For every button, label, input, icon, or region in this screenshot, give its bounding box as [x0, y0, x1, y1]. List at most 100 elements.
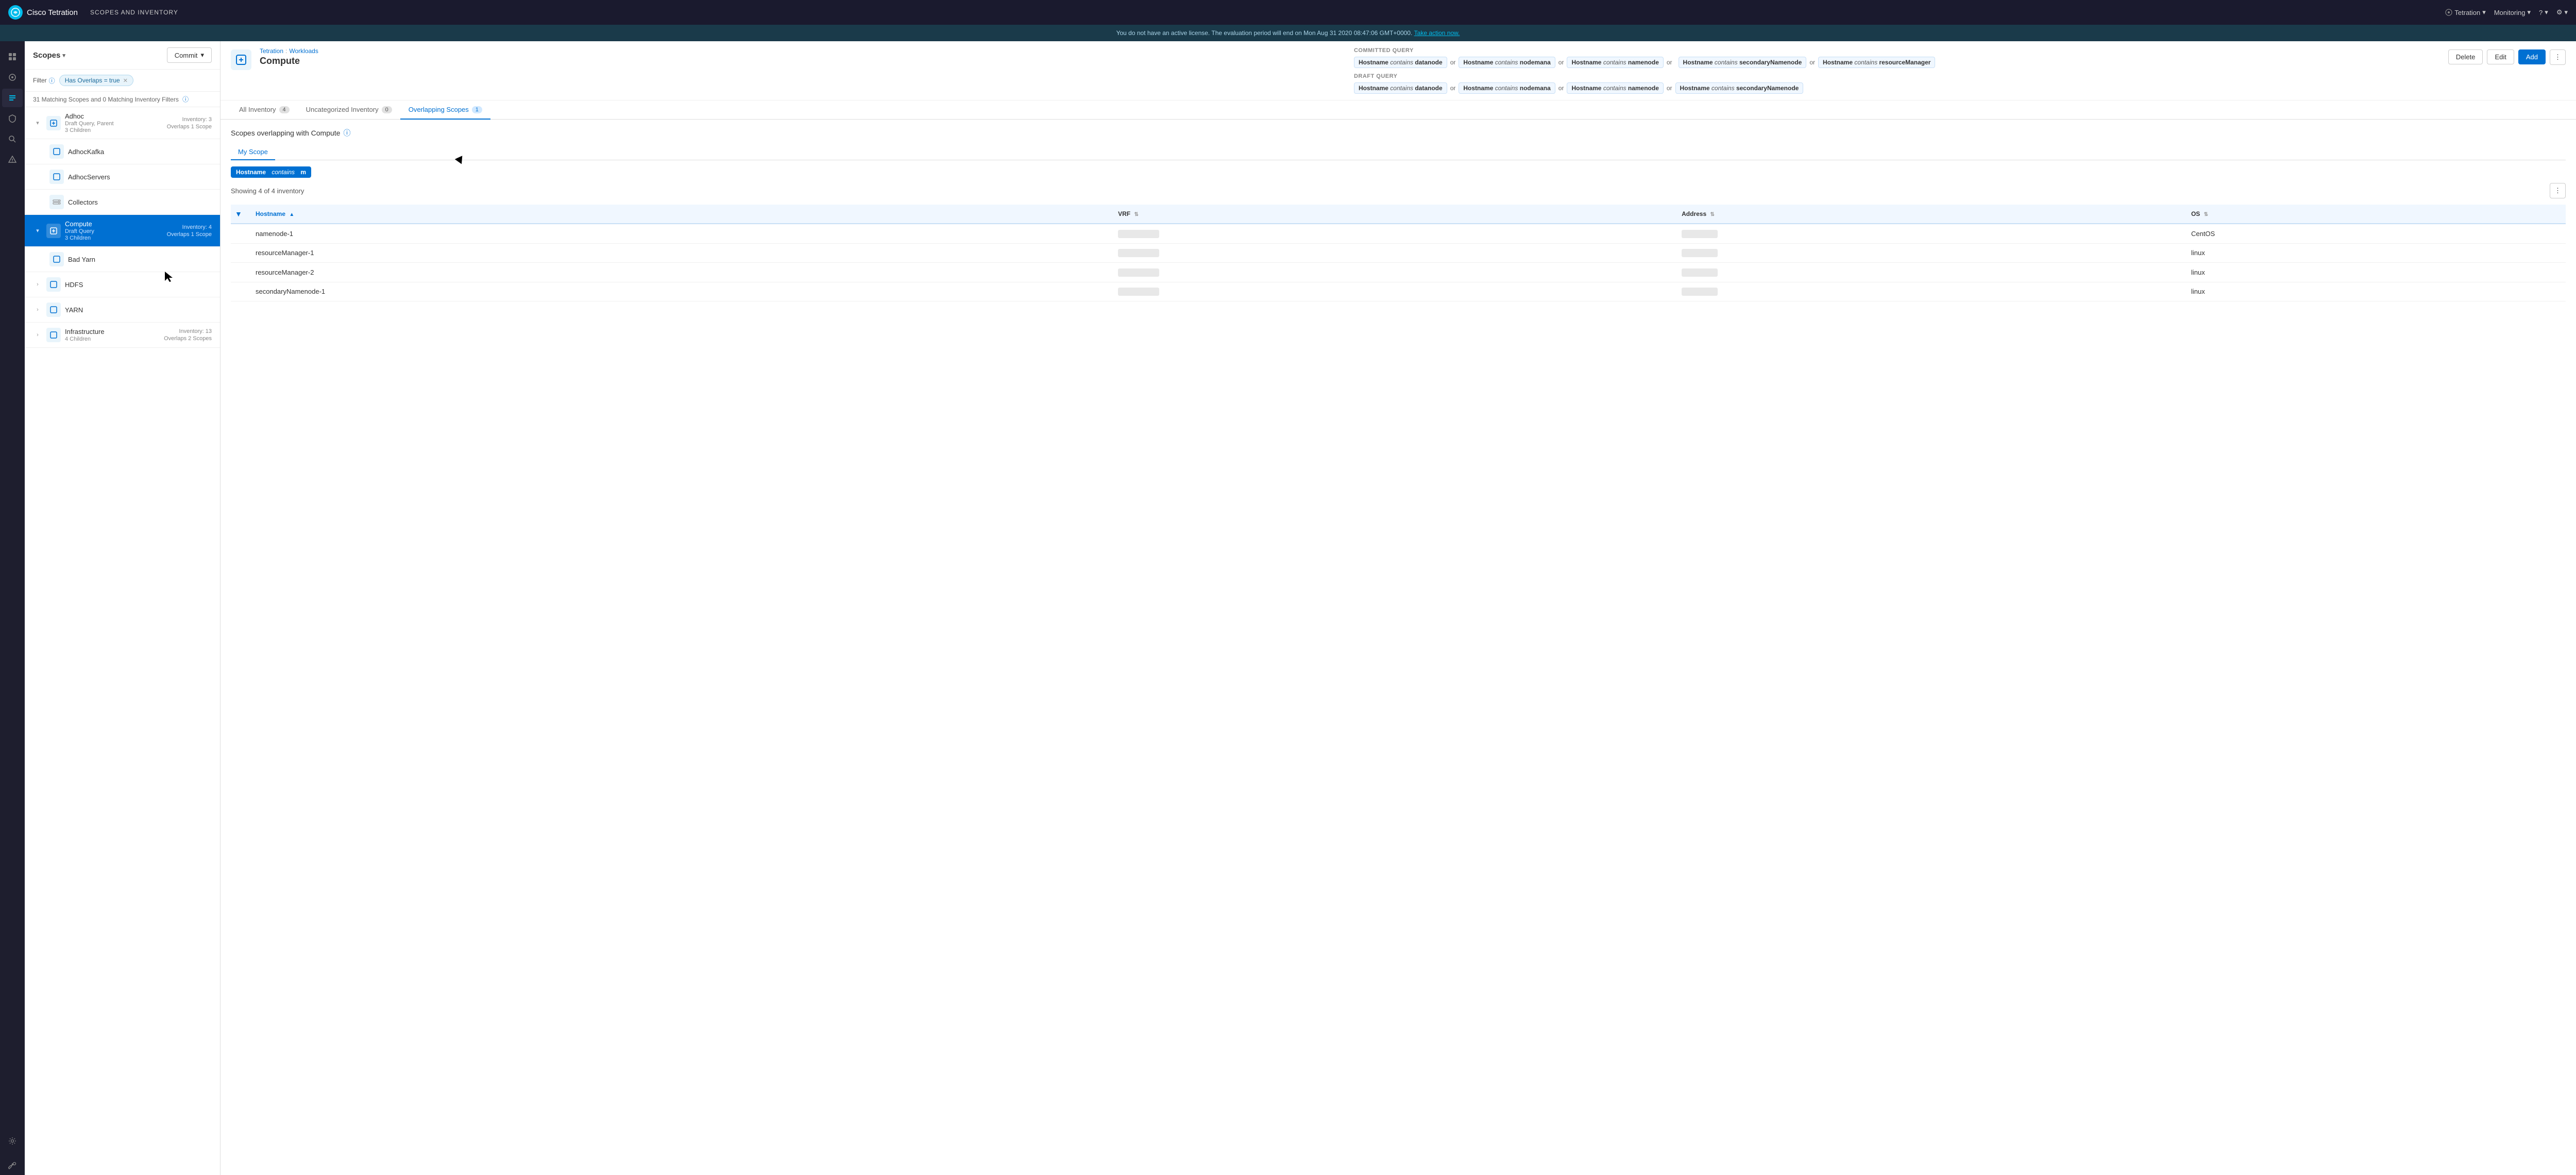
sub-tab-bar: My Scope [231, 144, 2566, 160]
th-os[interactable]: OS ⇅ [2185, 205, 2566, 224]
overlap-info-icon[interactable]: ⓘ [343, 128, 350, 138]
right-actions: Delete Edit Add ⋮ [2448, 49, 2566, 65]
license-action-link[interactable]: Take action now. [1414, 29, 1460, 37]
scope-item-badyarn[interactable]: Bad Yarn [25, 247, 220, 272]
scope-item-adhoc[interactable]: ▾ Adhoc Draft Query, Parent 3 Children I… [25, 107, 220, 139]
scope-icon-badyarn [49, 252, 64, 266]
table-filter-icon[interactable]: ▼ [235, 210, 242, 218]
expand-infrastructure[interactable]: › [33, 330, 42, 340]
help-btn[interactable]: ? ▾ [2539, 8, 2548, 16]
scope-icon-hdfs [46, 277, 61, 292]
filter-tag-close[interactable]: ✕ [123, 77, 128, 84]
table-more-button[interactable]: ⋮ [2550, 183, 2566, 198]
scope-item-compute[interactable]: ▾ Compute Draft Query 3 Children Invento… [25, 215, 220, 247]
scope-item-adhocservers[interactable]: AdhocServers [25, 164, 220, 190]
scopes-header: Scopes ▾ Commit ▾ [25, 41, 220, 70]
logo-icon [8, 5, 23, 20]
top-nav: Cisco Tetration SCOPES AND INVENTORY Tet… [0, 0, 2576, 25]
scopes-title[interactable]: Scopes ▾ [33, 51, 65, 60]
cell-hostname-4: secondaryNamenode-1 [249, 282, 1112, 301]
filter-col-header: ▼ [231, 205, 249, 224]
draft-query-tags: Hostname contains datanode or Hostname c… [1354, 82, 2440, 94]
tab-overlapping[interactable]: Overlapping Scopes 1 [400, 100, 490, 120]
matching-text: 31 Matching Scopes and 0 Matching Invent… [25, 92, 220, 107]
expand-yarn[interactable]: › [33, 305, 42, 314]
breadcrumb: Tetration : Workloads [260, 47, 1346, 55]
breadcrumb-tetration[interactable]: Tetration [260, 47, 283, 55]
cell-vrf-4 [1112, 282, 1675, 301]
overlap-header: Scopes overlapping with Compute ⓘ [231, 128, 2566, 138]
cell-address-1 [1675, 224, 2185, 243]
q-tag-1: Hostname contains datanode [1354, 57, 1447, 68]
th-address[interactable]: Address ⇅ [1675, 205, 2185, 224]
edit-button[interactable]: Edit [2487, 49, 2514, 64]
table-row: secondaryNamenode-1 linux [231, 282, 2566, 301]
cell-vrf-2 [1112, 243, 1675, 263]
scope-info-adhoc: Adhoc Draft Query, Parent 3 Children [65, 112, 163, 133]
nav-icon-scope[interactable] [2, 68, 23, 87]
scope-info-adhocservers: AdhocServers [68, 173, 212, 181]
dq-tag-4: Hostname contains secondaryNamenode [1675, 82, 1804, 94]
table-row: resourceManager-1 linux [231, 243, 2566, 263]
settings-btn[interactable]: ⚙ ▾ [2556, 8, 2568, 16]
add-button[interactable]: Add [2518, 49, 2546, 64]
scope-info-adhockafka: AdhocKafka [68, 148, 212, 156]
nav-icon-search[interactable] [2, 130, 23, 148]
cell-os-4: linux [2185, 282, 2566, 301]
scope-item-collectors[interactable]: Collectors [25, 190, 220, 215]
row-expand [231, 243, 249, 263]
content-area: Scopes overlapping with Compute ⓘ My Sco… [221, 120, 2576, 1175]
table-body: namenode-1 CentOS resourceManager-1 linu… [231, 224, 2566, 301]
expand-hdfs[interactable]: › [33, 280, 42, 289]
cell-vrf-3 [1112, 263, 1675, 282]
icon-sidebar [0, 41, 25, 1175]
nav-icon-tools[interactable] [2, 1156, 23, 1175]
commit-button[interactable]: Commit ▾ [167, 47, 212, 63]
dq-or-2: or [1558, 85, 1564, 92]
scope-info-yarn: YARN [65, 306, 212, 314]
table-row: namenode-1 CentOS [231, 224, 2566, 243]
scope-item-yarn[interactable]: › YARN [25, 297, 220, 323]
nav-icon-security[interactable] [2, 109, 23, 128]
scope-meta-adhoc: Inventory: 3 Overlaps 1 Scope [167, 116, 212, 130]
breadcrumb-workloads[interactable]: Workloads [289, 47, 318, 55]
q-tag-2: Hostname contains nodemana [1459, 57, 1555, 68]
th-vrf[interactable]: VRF ⇅ [1112, 205, 1675, 224]
dq-tag-3: Hostname contains namenode [1567, 82, 1663, 94]
q-or-3: or [1667, 59, 1672, 66]
expand-adhoc[interactable]: ▾ [33, 119, 42, 128]
nav-icon-inventory[interactable] [2, 89, 23, 107]
nav-icon-dashboard[interactable] [2, 47, 23, 66]
sort-icon-hostname: ▲ [289, 212, 294, 217]
showing-text: Showing 4 of 4 inventory ⋮ [231, 183, 2566, 198]
row-expand [231, 224, 249, 243]
matching-help-icon[interactable]: ⓘ [182, 96, 189, 103]
q-tag-3: Hostname contains namenode [1567, 57, 1663, 68]
scope-item-adhockafka[interactable]: AdhocKafka [25, 139, 220, 164]
filter-help-icon[interactable]: ⓘ [49, 76, 55, 85]
scope-item-infrastructure[interactable]: › Infrastructure 4 Children Inventory: 1… [25, 323, 220, 348]
sub-tab-myscope[interactable]: My Scope [231, 144, 275, 160]
tab-uncategorized[interactable]: Uncategorized Inventory 0 [298, 100, 400, 120]
nav-icon-settings[interactable] [2, 1132, 23, 1150]
right-header: Tetration : Workloads Compute Committed … [221, 41, 2576, 100]
cell-hostname-3: resourceManager-2 [249, 263, 1112, 282]
tab-all-inventory[interactable]: All Inventory 4 [231, 100, 298, 120]
delete-button[interactable]: Delete [2448, 49, 2483, 64]
scopes-panel: Scopes ▾ Commit ▾ Filter ⓘ Has Overlaps … [25, 41, 221, 1175]
monitoring-menu[interactable]: Monitoring ▾ [2494, 8, 2531, 16]
inventory-table: ▼ Hostname ▲ VRF ⇅ Address ⇅ [231, 205, 2566, 301]
filter-label: Filter ⓘ [33, 76, 55, 85]
more-actions-button[interactable]: ⋮ [2550, 49, 2566, 65]
q-or-4: or [1809, 59, 1815, 66]
nav-icon-alerts[interactable] [2, 150, 23, 169]
top-nav-right: Tetration ▾ Monitoring ▾ ? ▾ ⚙ ▾ [2445, 8, 2568, 16]
filter-tag: Has Overlaps = true ✕ [59, 75, 133, 86]
tetration-menu[interactable]: Tetration ▾ [2445, 8, 2485, 16]
th-hostname[interactable]: Hostname ▲ [249, 205, 1112, 224]
cell-hostname-1: namenode-1 [249, 224, 1112, 243]
expand-compute[interactable]: ▾ [33, 226, 42, 236]
query-section-committed: Committed Query Hostname contains datano… [1354, 47, 2440, 94]
scope-item-hdfs[interactable]: › HDFS [25, 272, 220, 297]
logo[interactable]: Cisco Tetration [8, 5, 78, 20]
